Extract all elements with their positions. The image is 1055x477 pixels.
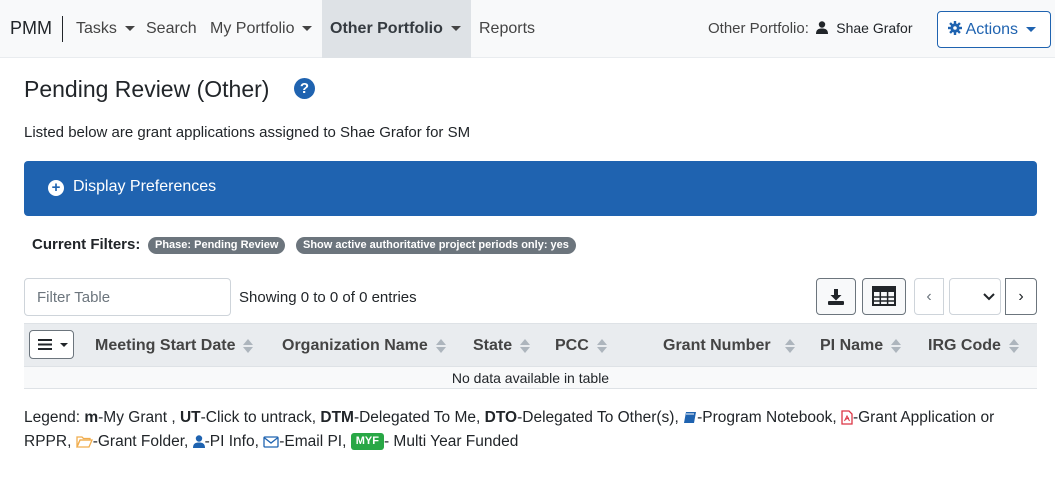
legend-key: m: [84, 409, 99, 426]
prev-page-button[interactable]: ‹: [914, 278, 944, 315]
caret-down-icon: [124, 26, 135, 32]
table-grid-icon: [872, 286, 896, 306]
nav-other-portfolio-label: Other Portfolio: [330, 20, 443, 37]
column-toggle-button[interactable]: [862, 278, 906, 315]
column-header-pi-name[interactable]: PI Name: [820, 337, 902, 355]
portfolio-user-name: Shae Grafor: [836, 20, 913, 36]
chevron-right-icon: ›: [1018, 288, 1024, 305]
caret-down-icon: [1026, 27, 1037, 33]
legend-desc: -Grant Folder,: [92, 433, 189, 450]
nav-search-label: Search: [146, 20, 197, 37]
legend-desc: -Program Notebook,: [697, 409, 837, 426]
column-label: Meeting Start Date: [95, 337, 236, 354]
sort-icon: [1008, 338, 1019, 353]
sort-icon: [243, 338, 254, 353]
column-header-meeting-start-date[interactable]: Meeting Start Date: [95, 337, 254, 355]
display-preferences-label: Display Preferences: [73, 178, 217, 195]
download-button[interactable]: [816, 278, 856, 315]
column-header-pcc[interactable]: PCC: [555, 337, 607, 355]
column-header-grant-number[interactable]: Grant Number: [663, 337, 795, 355]
user-icon: [192, 435, 205, 449]
column-label: IRG Code: [928, 337, 1001, 354]
table-info: Showing 0 to 0 of 0 entries: [239, 289, 417, 306]
nav-my-portfolio-label: My Portfolio: [210, 20, 295, 37]
question-circle-icon[interactable]: ?: [294, 78, 315, 99]
nav-my-portfolio[interactable]: My Portfolio: [202, 0, 320, 58]
portfolio-owner-label: Other Portfolio:: [708, 20, 809, 37]
legend-desc: -Click to untrack,: [200, 409, 317, 426]
hamburger-icon: [38, 339, 52, 350]
next-page-button[interactable]: ›: [1005, 278, 1037, 315]
sort-icon: [891, 338, 902, 353]
current-filters-label: Current Filters:: [32, 236, 141, 253]
user-icon: [816, 21, 829, 35]
pdf-icon: [841, 410, 853, 426]
brand-logo[interactable]: PMM: [10, 18, 52, 39]
page-select[interactable]: [949, 278, 1001, 315]
nav-reports[interactable]: Reports: [471, 0, 543, 58]
legend-desc: - Multi Year Funded: [383, 433, 519, 450]
column-header-organization-name[interactable]: Organization Name: [282, 337, 446, 355]
column-label: Organization Name: [282, 337, 428, 354]
notebook-icon: [684, 412, 697, 424]
column-menu-button[interactable]: [29, 330, 74, 359]
page-description: Listed below are grant applications assi…: [24, 124, 471, 141]
filter-badge-phase: Phase: Pending Review: [148, 237, 286, 254]
nav-tasks[interactable]: Tasks: [68, 0, 143, 58]
plus-circle-icon: +: [48, 180, 64, 196]
sort-icon: [435, 338, 446, 353]
sort-icon: [596, 338, 607, 353]
folder-icon: [75, 436, 93, 449]
legend-key: DTM: [320, 409, 354, 426]
sort-icon: [784, 338, 795, 353]
table-empty-row: No data available in table: [24, 367, 1037, 389]
nav-search[interactable]: Search: [138, 0, 205, 58]
actions-label: Actions: [965, 21, 1019, 38]
column-label: PI Name: [820, 337, 884, 354]
portfolio-owner: Other Portfolio: Shae Grafor: [708, 20, 913, 37]
filter-table-input[interactable]: [24, 278, 231, 316]
sort-icon: [520, 338, 531, 353]
nav-other-portfolio[interactable]: Other Portfolio: [322, 0, 471, 58]
actions-button[interactable]: Actions: [937, 11, 1051, 48]
caret-down-icon: [450, 26, 461, 32]
column-label: State: [473, 337, 513, 354]
legend: Legend: m-My Grant , UT-Click to untrack…: [24, 406, 1044, 454]
legend-prefix: Legend:: [24, 409, 81, 426]
nav-tasks-label: Tasks: [76, 20, 117, 37]
nav-reports-label: Reports: [479, 20, 536, 37]
chevron-left-icon: ‹: [926, 288, 932, 305]
column-label: Grant Number: [663, 337, 771, 354]
envelope-icon: [263, 436, 279, 448]
legend-desc: -Delegated To Other(s),: [517, 409, 679, 426]
column-header-state[interactable]: State: [473, 337, 531, 355]
display-preferences-panel[interactable]: + Display Preferences: [24, 161, 1037, 216]
legend-key: UT: [179, 409, 201, 426]
legend-desc: -PI Info,: [204, 433, 259, 450]
caret-down-icon: [60, 343, 68, 347]
legend-desc: -My Grant ,: [98, 409, 176, 426]
gear-icon: [948, 21, 962, 36]
filter-badge-active-periods: Show active authoritative project period…: [296, 237, 576, 254]
top-navbar: PMM Tasks Search My Portfolio Other Port…: [0, 0, 1055, 58]
column-header-irg-code[interactable]: IRG Code: [928, 337, 1019, 355]
legend-key: DTO: [484, 409, 518, 426]
brand-divider: [62, 16, 63, 42]
legend-desc: -Email PI,: [279, 433, 347, 450]
chevron-down-icon: [983, 293, 995, 301]
legend-desc: -Delegated To Me,: [353, 409, 481, 426]
table-header: Meeting Start Date Organization Name Sta…: [24, 323, 1037, 367]
page-title: Pending Review (Other): [24, 76, 270, 102]
myf-badge: MYF: [350, 433, 384, 451]
download-icon: [828, 289, 844, 305]
column-label: PCC: [555, 337, 589, 354]
caret-down-icon: [302, 26, 313, 32]
